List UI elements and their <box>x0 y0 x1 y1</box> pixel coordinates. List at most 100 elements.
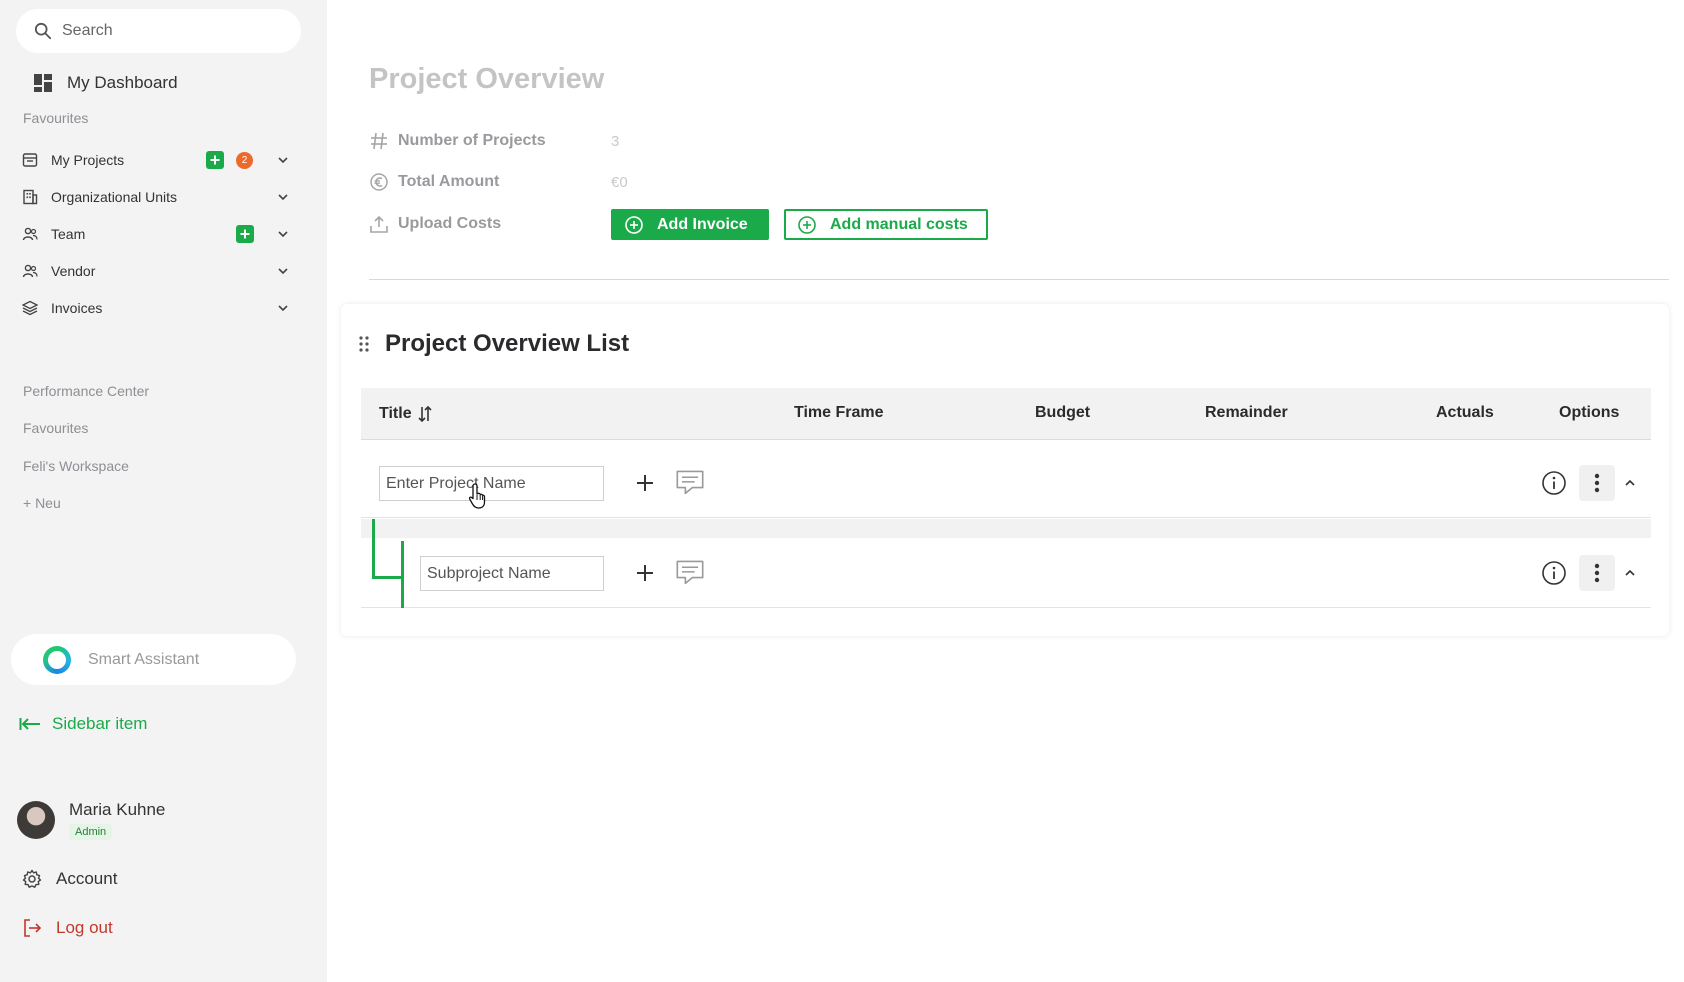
stat-upload-costs: Upload Costs <box>369 211 611 237</box>
layers-icon <box>22 300 38 316</box>
add-project-button[interactable] <box>206 151 224 169</box>
table-header: Title Time Frame Budget Remainder Actual… <box>361 388 1651 440</box>
sidebar-item-organizational-units[interactable]: Organizational Units <box>22 183 290 211</box>
plus-icon <box>637 475 653 491</box>
vendor-icon <box>22 263 38 279</box>
project-list-header: Project Overview List <box>358 330 629 358</box>
chevron-down-icon[interactable] <box>276 301 290 315</box>
comment-button[interactable] <box>673 466 707 500</box>
info-button[interactable] <box>1537 556 1571 590</box>
sort-icon[interactable] <box>417 404 433 424</box>
column-budget[interactable]: Budget <box>1035 404 1090 422</box>
add-team-member-button[interactable] <box>236 225 254 243</box>
stat-label: Upload Costs <box>398 215 502 232</box>
team-icon <box>22 226 38 242</box>
more-vertical-icon <box>1594 563 1600 583</box>
search-bar[interactable] <box>16 9 301 53</box>
more-options-button[interactable] <box>1579 465 1615 501</box>
sidebar-item-dashboard[interactable]: My Dashboard <box>19 73 178 93</box>
chevron-down-icon[interactable] <box>276 227 290 241</box>
avatar <box>17 801 55 839</box>
info-icon <box>1542 471 1566 495</box>
add-subproject-button[interactable] <box>628 466 662 500</box>
project-name-input[interactable] <box>379 466 604 501</box>
tree-connector <box>401 541 404 608</box>
sidebar-item-label: Organizational Units <box>51 189 178 205</box>
logout-icon <box>24 919 42 937</box>
user-profile[interactable]: Maria Kuhne Admin <box>17 800 165 840</box>
add-subproject-button[interactable] <box>628 556 662 590</box>
row-separator <box>361 519 1651 538</box>
add-invoice-button[interactable]: Add Invoice <box>611 209 769 240</box>
plus-icon <box>210 155 220 165</box>
more-options-button[interactable] <box>1579 555 1615 591</box>
sidebar-item-my-projects[interactable]: My Projects 2 <box>22 146 290 174</box>
logout-link[interactable]: Log out <box>22 918 113 938</box>
link-workspace[interactable]: Feli's Workspace <box>23 458 129 474</box>
project-list-title: Project Overview List <box>385 330 630 357</box>
stat-label: Number of Projects <box>398 132 546 149</box>
link-favourites[interactable]: Favourites <box>23 420 88 436</box>
chevron-up-icon <box>1625 569 1635 576</box>
column-options[interactable]: Options <box>1559 404 1619 422</box>
role-badge: Admin <box>69 824 113 840</box>
stat-value: 3 <box>611 132 620 150</box>
collapse-row-button[interactable] <box>1618 466 1642 500</box>
tree-connector <box>372 519 375 579</box>
notification-badge: 2 <box>236 151 253 169</box>
sidebar-item-label: Vendor <box>51 263 96 279</box>
stat-label: Total Amount <box>398 173 500 190</box>
drag-handle-icon[interactable] <box>358 335 370 353</box>
sidebar-item-vendor[interactable]: Vendor <box>22 257 290 285</box>
building-icon <box>22 189 38 205</box>
stat-number-of-projects: Number of Projects 3 <box>369 128 619 154</box>
column-time-frame[interactable]: Time Frame <box>794 404 884 422</box>
smart-assistant-button[interactable]: Smart Assistant <box>11 634 296 685</box>
add-manual-costs-label: Add manual costs <box>830 215 968 233</box>
stat-total-amount: Total Amount €0 <box>369 169 628 195</box>
plus-icon <box>240 229 250 239</box>
column-actuals[interactable]: Actuals <box>1436 404 1494 422</box>
table-row-subproject <box>361 538 1651 608</box>
sidebar-item-label: Team <box>51 226 86 242</box>
chevron-down-icon[interactable] <box>276 190 290 204</box>
hash-icon <box>369 131 389 151</box>
plus-circle-icon <box>798 215 816 234</box>
column-title[interactable]: Title <box>379 404 433 424</box>
plus-circle-icon <box>625 215 643 234</box>
account-label: Account <box>56 869 118 888</box>
tree-connector <box>372 576 404 579</box>
sidebar-item-label: Sidebar item <box>52 714 148 733</box>
sidebar-item-team[interactable]: Team <box>22 220 290 248</box>
upload-icon <box>369 214 389 234</box>
more-vertical-icon <box>1594 473 1600 493</box>
chevron-down-icon[interactable] <box>276 153 290 167</box>
sidebar-item-label: My Projects <box>51 152 125 168</box>
search-icon <box>34 22 52 40</box>
collapse-row-button[interactable] <box>1618 556 1642 590</box>
dashboard-icon <box>33 73 53 93</box>
column-remainder[interactable]: Remainder <box>1205 404 1288 422</box>
account-link[interactable]: Account <box>22 869 117 889</box>
chevron-down-icon[interactable] <box>276 264 290 278</box>
subproject-name-input[interactable] <box>420 556 604 591</box>
add-manual-costs-button[interactable]: Add manual costs <box>784 209 988 240</box>
sidebar-item-invoices[interactable]: Invoices <box>22 294 290 322</box>
assistant-label: Smart Assistant <box>88 650 200 668</box>
projects-icon <box>22 152 38 168</box>
favourites-section-label: Favourites <box>23 110 89 126</box>
link-add-new[interactable]: + Neu <box>23 495 61 511</box>
search-input[interactable] <box>62 22 282 40</box>
chevron-up-icon <box>1625 479 1635 486</box>
sidebar-collapse-item[interactable]: Sidebar item <box>19 714 147 734</box>
page-title: Project Overview <box>369 63 605 95</box>
comment-icon <box>676 560 704 585</box>
comment-button[interactable] <box>673 556 707 590</box>
column-title-label: Title <box>379 405 412 422</box>
table-row-project <box>361 440 1651 518</box>
logout-label: Log out <box>56 918 113 937</box>
link-performance-center[interactable]: Performance Center <box>23 383 149 399</box>
info-button[interactable] <box>1537 466 1571 500</box>
euro-icon <box>369 172 389 192</box>
assistant-icon <box>43 645 71 674</box>
